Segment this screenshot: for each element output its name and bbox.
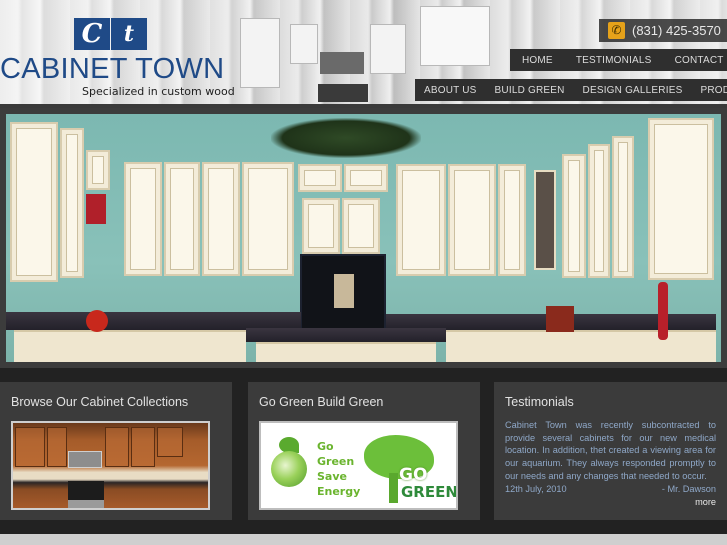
- phone-contact[interactable]: ✆ (831) 425-3570: [599, 19, 727, 42]
- go-green-logo-bottom: GREEN: [401, 483, 458, 501]
- primary-nav: HOME TESTIMONIALS CONTACT US: [510, 49, 727, 71]
- collections-image[interactable]: [11, 421, 210, 510]
- hero-cabinet: [396, 164, 446, 276]
- nav-contact-us[interactable]: CONTACT US: [675, 55, 727, 66]
- tree-trunk: [389, 473, 398, 503]
- hero-cabinet: [124, 162, 162, 276]
- testimonial-quote: Cabinet Town was recently subcontracted …: [505, 420, 716, 481]
- header-bg-cabinet: [290, 24, 318, 64]
- footer-strip: [0, 534, 727, 545]
- hero-cabinet: [498, 164, 526, 276]
- hero-cabinet: [298, 164, 342, 192]
- hero-cabinet: [242, 162, 294, 276]
- header-bg-cabinet: [370, 24, 406, 74]
- wood-cabinet: [15, 427, 45, 467]
- logo[interactable]: C t CABINET TOWN Specialized in custom w…: [0, 18, 235, 100]
- hero-cabinet: [10, 122, 58, 282]
- hero-cabinet: [302, 198, 340, 254]
- hero-frame: [0, 108, 727, 368]
- go-green-title[interactable]: Go Green Build Green: [259, 395, 383, 409]
- hero-cabinet: [612, 136, 634, 278]
- hero-cabinet: [86, 150, 110, 190]
- hero-cabinet: [562, 154, 586, 278]
- nav-build-green[interactable]: BUILD GREEN: [495, 85, 565, 96]
- logo-mark-t: t: [111, 18, 147, 50]
- testimonial-author: - Mr. Dawson: [661, 484, 716, 494]
- site-tagline: Specialized in custom wood: [82, 85, 235, 98]
- hero-plant: [271, 118, 421, 158]
- testimonials-title[interactable]: Testimonials: [505, 395, 574, 409]
- go-green-banner[interactable]: Go Green Save Energy GO GREEN: [259, 421, 458, 510]
- slogan-line: Save: [317, 470, 347, 483]
- nav-products[interactable]: PRODUCTS: [700, 85, 727, 96]
- hero-cabinet: [588, 144, 610, 278]
- hero-base-cabinets: [446, 330, 716, 362]
- go-green-panel: Go Green Build Green Go Green Save Energ…: [248, 382, 480, 520]
- site-title: CABINET TOWN: [0, 53, 225, 85]
- more-link[interactable]: more: [695, 497, 716, 507]
- slogan-line: Green: [317, 455, 355, 468]
- hero-island: [256, 342, 436, 362]
- nav-about-us[interactable]: ABOUT US: [424, 85, 477, 96]
- hero-image: [6, 114, 721, 362]
- hero-artwork: [334, 274, 354, 308]
- phone-number: (831) 425-3570: [632, 23, 721, 38]
- site-header: C t CABINET TOWN Specialized in custom w…: [0, 0, 727, 108]
- hero-fruit-bowl: [86, 310, 108, 332]
- hero-plates: [86, 194, 106, 224]
- slogan-line: Go: [317, 440, 334, 453]
- range: [68, 481, 104, 508]
- hero-glass-cabinet: [534, 170, 556, 270]
- collections-panel: Browse Our Cabinet Collections: [0, 382, 232, 520]
- header-bg-range: [318, 84, 368, 102]
- go-green-slogan: Go Green Save Energy: [317, 439, 360, 499]
- hero-island-top: [246, 328, 446, 342]
- hero-cabinet: [202, 162, 240, 276]
- hero-cabinet: [344, 164, 388, 192]
- header-bg-cabinet: [240, 18, 280, 88]
- wood-cabinet: [131, 427, 155, 467]
- slogan-line: Energy: [317, 485, 361, 498]
- hero-cabinet: [448, 164, 496, 276]
- microwave: [68, 451, 102, 468]
- hero-cabinet: [60, 128, 84, 278]
- hero-cabinet: [342, 198, 380, 254]
- hero-cabinet: [164, 162, 200, 276]
- wood-cabinet: [157, 427, 183, 457]
- nav-home[interactable]: HOME: [522, 55, 553, 66]
- collections-title[interactable]: Browse Our Cabinet Collections: [11, 395, 188, 409]
- testimonial-meta: 12th July, 2010 - Mr. Dawson: [505, 484, 716, 494]
- wood-cabinet: [105, 427, 129, 467]
- hero-decor-stack: [658, 282, 668, 340]
- hero-base-cabinets: [14, 330, 246, 362]
- globe-icon: [271, 451, 307, 487]
- nav-testimonials[interactable]: TESTIMONIALS: [576, 55, 652, 66]
- phone-icon: ✆: [608, 22, 625, 39]
- hero-cabinet: [648, 118, 714, 280]
- wood-cabinet: [47, 427, 67, 467]
- nav-design-galleries[interactable]: DESIGN GALLERIES: [583, 85, 683, 96]
- header-bg-hood: [420, 6, 490, 66]
- secondary-nav: ABOUT US BUILD GREEN DESIGN GALLERIES PR…: [415, 79, 727, 101]
- logo-mark-c: C: [74, 18, 110, 50]
- go-green-logo-top: GO: [399, 465, 428, 485]
- header-bg-microwave: [320, 52, 364, 74]
- testimonial-date: 12th July, 2010: [505, 484, 567, 494]
- testimonials-panel: Testimonials Cabinet Town was recently s…: [494, 382, 727, 520]
- hero-canisters: [546, 306, 574, 332]
